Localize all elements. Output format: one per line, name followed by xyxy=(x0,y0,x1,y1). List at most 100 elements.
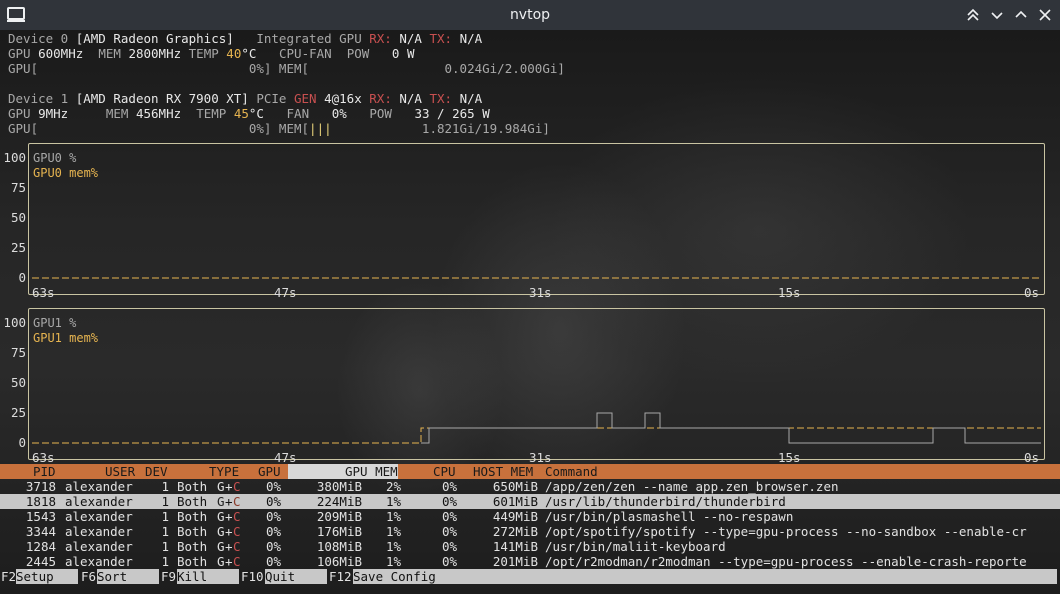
proc-type-plus: + xyxy=(225,554,233,569)
proc-pid: 3344 xyxy=(25,524,56,539)
proc-user: alexander xyxy=(65,494,133,509)
terminal-area[interactable]: Device 0 [AMD Radeon Graphics] Integrate… xyxy=(0,30,1060,594)
proc-cpu: 0% xyxy=(441,539,457,554)
proc-gpu-mem: 176MiB xyxy=(316,524,362,539)
col-cpu[interactable]: CPU xyxy=(433,464,456,479)
proc-command: /opt/spotify/spotify --type=gpu-process … xyxy=(545,524,1027,539)
fkey-label: F2 xyxy=(1,569,17,584)
process-row[interactable]: 1818 alexander 1 Both G + C 0% 224MiB 1% 0% 601MiB /… xyxy=(0,494,1060,509)
kill-button[interactable]: Kill xyxy=(177,569,239,584)
proc-pid: 1284 xyxy=(25,539,56,554)
maximize-icon[interactable] xyxy=(1012,6,1030,24)
proc-type-plus: + xyxy=(225,539,233,554)
gpu1-x-tick: 0s xyxy=(1024,450,1040,465)
process-row[interactable]: 2445 alexander 1 Both G + C 0% 106MiB 1% 0% 201MiB /… xyxy=(0,554,1060,569)
proc-type-c: C xyxy=(233,479,241,494)
col-type[interactable]: TYPE xyxy=(209,464,239,479)
gpu1-y-tick: 100 xyxy=(3,315,26,330)
device0-line1: Device 0 [AMD Radeon Graphics] Integrate… xyxy=(8,31,483,46)
proc-pid: 2445 xyxy=(25,554,56,569)
proc-type-c: C xyxy=(233,509,241,524)
fkey-label: F6 xyxy=(81,569,97,584)
proc-type-g: G xyxy=(217,554,225,569)
window-title: nvtop xyxy=(509,7,551,23)
proc-cpu: 0% xyxy=(441,554,457,569)
process-table-header: PID USER DEV TYPE GPU GPU MEM CPU HOST M… xyxy=(0,464,1060,479)
proc-gpu: 0% xyxy=(265,509,281,524)
keep-above-icon[interactable] xyxy=(964,6,982,24)
col-pid[interactable]: PID xyxy=(33,464,56,479)
gpu0-y-tick: 25 xyxy=(10,240,26,255)
proc-host-mem: 141MiB xyxy=(492,539,538,554)
proc-gpu: 0% xyxy=(265,524,281,539)
proc-cpu: 0% xyxy=(441,479,457,494)
proc-dev: 1 xyxy=(161,554,169,569)
proc-type-g: G xyxy=(217,539,225,554)
proc-user: alexander xyxy=(65,509,133,524)
proc-type-plus: + xyxy=(225,494,233,509)
proc-type-g: G xyxy=(217,524,225,539)
proc-gpu-mem-pct: 1% xyxy=(385,494,401,509)
device1-line1: Device 1 [AMD Radeon RX 7900 XT] PCIe GE… xyxy=(8,91,483,106)
device0-line2: GPU 600MHz MEM 2800MHz TEMP 40°C CPU-FAN… xyxy=(8,46,415,61)
quit-button[interactable]: Quit xyxy=(265,569,327,584)
device0-line3: GPU[ 0%] MEM[ 0.024Gi/2.000Gi] xyxy=(8,61,565,76)
proc-gpu: 0% xyxy=(265,539,281,554)
gpu0-x-tick: 63s xyxy=(32,285,55,300)
close-icon[interactable] xyxy=(1036,6,1054,24)
proc-type-c: C xyxy=(233,539,241,554)
proc-gpu-mem: 224MiB xyxy=(316,494,362,509)
sort-button[interactable]: Sort xyxy=(97,569,159,584)
process-row[interactable]: 3344 alexander 1 Both G + C 0% 176MiB 1% 0% 272MiB /… xyxy=(0,524,1060,539)
proc-cpu: 0% xyxy=(441,494,457,509)
proc-dev: 1 xyxy=(161,479,169,494)
gpu1-util-line xyxy=(421,412,1041,444)
process-row[interactable]: 1543 alexander 1 Both G + C 0% 209MiB 1% 0% 449MiB /… xyxy=(0,509,1060,524)
proc-type: Both xyxy=(177,554,208,569)
process-row[interactable]: 3718 alexander 1 Both G + C 0% 380MiB 2% 0% 650MiB /… xyxy=(0,479,1060,494)
gpu0-x-tick: 15s xyxy=(778,285,801,300)
col-user[interactable]: USER xyxy=(105,464,135,479)
gpu1-y-tick: 25 xyxy=(10,405,26,420)
proc-command: /app/zen/zen --name app.zen_browser.zen xyxy=(545,479,839,494)
proc-user: alexander xyxy=(65,539,133,554)
proc-gpu: 0% xyxy=(265,479,281,494)
proc-cpu: 0% xyxy=(441,509,457,524)
setup-button[interactable]: Setup xyxy=(16,569,78,584)
gpu1-x-tick: 63s xyxy=(32,450,55,465)
proc-type: Both xyxy=(177,479,208,494)
proc-command: /usr/lib/thunderbird/thunderbird xyxy=(545,494,786,509)
col-command[interactable]: Command xyxy=(545,464,598,479)
process-row[interactable]: 1284 alexander 1 Both G + C 0% 108MiB 1% 0% 141MiB /… xyxy=(0,539,1060,554)
col-dev[interactable]: DEV xyxy=(145,464,168,479)
window-titlebar[interactable]: nvtop xyxy=(0,0,1060,30)
gpu1-mem-line xyxy=(32,427,1041,444)
proc-host-mem: 272MiB xyxy=(492,524,538,539)
gpu0-x-tick: 31s xyxy=(529,285,552,300)
proc-gpu-mem-pct: 1% xyxy=(385,554,401,569)
proc-gpu-mem: 106MiB xyxy=(316,554,362,569)
gpu1-graph-box: GPU1 % GPU1 mem% xyxy=(28,308,1045,460)
col-gpu[interactable]: GPU xyxy=(258,464,281,479)
proc-type-g: G xyxy=(217,479,225,494)
save-config-button[interactable]: Save Config xyxy=(353,569,1057,584)
minimize-icon[interactable] xyxy=(988,6,1006,24)
proc-pid: 3718 xyxy=(25,479,56,494)
proc-command: /usr/bin/maliit-keyboard xyxy=(545,539,726,554)
col-host-mem[interactable]: HOST MEM xyxy=(473,464,533,479)
gpu1-y-tick: 50 xyxy=(10,375,26,390)
proc-user: alexander xyxy=(65,524,133,539)
gpu0-y-tick: 100 xyxy=(3,150,26,165)
proc-user: alexander xyxy=(65,554,133,569)
proc-type: Both xyxy=(177,494,208,509)
proc-type-c: C xyxy=(233,494,241,509)
gpu0-x-tick: 0s xyxy=(1024,285,1040,300)
proc-pid: 1818 xyxy=(25,494,56,509)
proc-host-mem: 449MiB xyxy=(492,509,538,524)
col-gpu-mem[interactable]: GPU MEM xyxy=(345,464,398,479)
proc-type-plus: + xyxy=(225,509,233,524)
function-key-bar: F2 Setup F6 Sort F9 Kill F10 Quit F12 Sa… xyxy=(0,569,1060,584)
device1-line3: GPU[ 0%] MEM[||| 1.821Gi/19.984Gi] xyxy=(8,121,550,136)
proc-command: /opt/r2modman/r2modman --type=gpu-proces… xyxy=(545,554,1027,569)
proc-gpu-mem: 380MiB xyxy=(316,479,362,494)
